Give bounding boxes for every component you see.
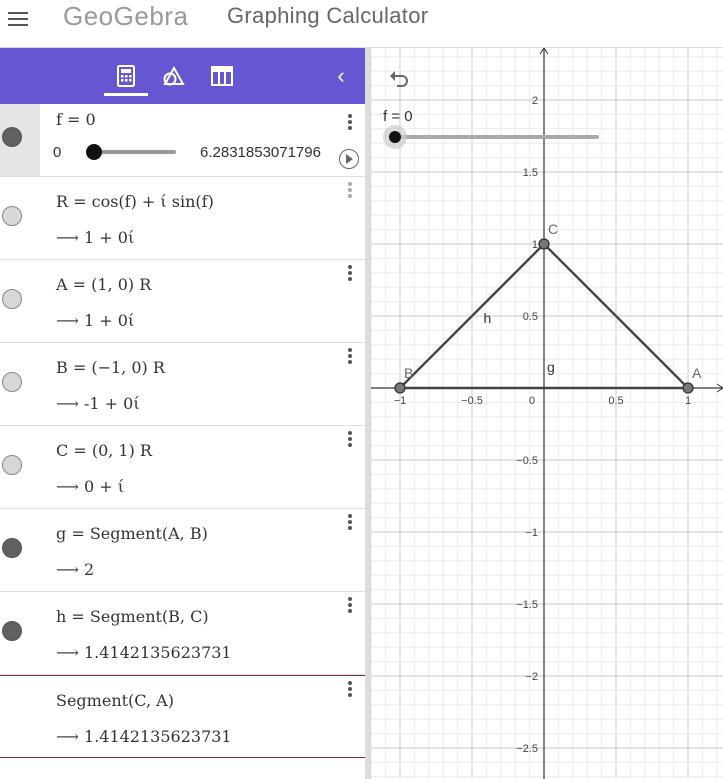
point-label-A: A (692, 365, 702, 381)
visibility-toggle[interactable] (2, 621, 22, 641)
item-definition[interactable]: C = (0, 1) R (56, 441, 152, 460)
segment-label-h: h (484, 310, 492, 326)
y-tick-label: 1 (532, 239, 538, 251)
y-tick-label: 0.5 (523, 311, 538, 323)
list-item[interactable]: g = Segment(A, B) ⟶ 2 (0, 509, 365, 592)
calculator-icon[interactable] (104, 62, 148, 96)
more-options-icon[interactable] (345, 112, 355, 132)
item-value: ⟶ -1 + 0ί (56, 394, 140, 413)
y-tick-label: −2 (525, 671, 538, 683)
graphics-view[interactable]: −1 −0.5 0 0.5 1 2 1.5 1 0.5 −0.5 −1 −1.5 −2 −2.5 g h A B C… (371, 48, 723, 779)
list-item[interactable]: C = (0, 1) R ⟶ 0 + ί (0, 426, 365, 509)
y-tick-label: −1 (525, 527, 538, 539)
item-value: ⟶ 1 + 0ί (56, 228, 134, 247)
x-tick-label: −0.5 (461, 395, 483, 407)
algebra-list: f = 0 0 6.2831853071796 R = cos(f) + ί s… (0, 104, 365, 758)
result-arrow-icon: ⟶ (56, 643, 79, 662)
y-tick-label: −0.5 (516, 455, 538, 467)
item-definition[interactable]: g = Segment(A, B) (56, 524, 208, 543)
list-item[interactable]: R = cos(f) + ί sin(f) ⟶ 1 + 0ί (0, 177, 365, 260)
item-definition[interactable]: Segment(C, A) (56, 691, 174, 710)
x-tick-label: 1 (685, 395, 691, 407)
y-tick-label: −1.5 (516, 599, 538, 611)
view-switcher-toolbar: ‹ (0, 48, 365, 104)
slider-max: 6.2831853071796 (200, 144, 321, 161)
app-header: GeoGebra Graphing Calculator (0, 0, 723, 48)
more-options-icon[interactable] (345, 346, 355, 366)
x-tick-label: 0.5 (608, 395, 623, 407)
y-tick-label: 1.5 (523, 167, 538, 179)
item-value-text: -1 + 0ί (84, 394, 140, 413)
item-definition[interactable]: B = (−1, 0) R (56, 358, 165, 377)
undo-icon[interactable] (387, 66, 411, 90)
play-icon[interactable] (339, 149, 359, 169)
item-definition[interactable]: R = cos(f) + ί sin(f) (56, 192, 214, 211)
result-arrow-icon: ⟶ (56, 228, 79, 247)
more-options-icon[interactable] (345, 595, 355, 615)
table-icon[interactable] (208, 62, 236, 90)
point-A[interactable] (682, 382, 694, 394)
algebra-view: ‹ f = 0 0 6.2831853071796 R = cos(f) + ί… (0, 48, 365, 779)
visibility-toggle[interactable] (2, 206, 22, 226)
more-options-icon[interactable] (345, 679, 355, 699)
graphics-slider-label[interactable]: f = 0 (383, 108, 413, 125)
y-tick-label: −2.5 (516, 743, 538, 755)
coordinate-plane[interactable]: −1 −0.5 0 0.5 1 2 1.5 1 0.5 −0.5 −1 −1.5 −2 −2.5 g h A B C (371, 48, 723, 779)
item-value-text: 0 + ί (84, 477, 125, 496)
point-label-C: C (548, 221, 558, 237)
x-tick-label: 0 (529, 395, 535, 407)
list-item[interactable]: f = 0 0 6.2831853071796 (0, 104, 365, 177)
item-value-text: 1 + 0ί (84, 311, 135, 330)
item-value-text: 1.4142135623731 (84, 643, 232, 662)
item-definition[interactable]: h = Segment(B, C) (56, 607, 209, 626)
visibility-toggle[interactable] (2, 372, 22, 392)
result-arrow-icon: ⟶ (56, 311, 79, 330)
x-tick-label: −1 (394, 395, 407, 407)
visibility-toggle[interactable] (2, 127, 22, 147)
graphics-slider-handle[interactable] (389, 131, 401, 143)
result-arrow-icon: ⟶ (56, 560, 79, 579)
slider-handle[interactable] (86, 144, 102, 160)
visibility-toggle[interactable] (2, 455, 22, 475)
list-item[interactable]: A = (1, 0) R ⟶ 1 + 0ί (0, 260, 365, 343)
segment-label-g: g (547, 359, 555, 375)
visibility-toggle[interactable] (2, 538, 22, 558)
list-item[interactable]: Segment(C, A) ⟶ 1.4142135623731 (0, 675, 365, 758)
more-options-icon[interactable] (345, 512, 355, 532)
app-title: Graphing Calculator (227, 3, 429, 28)
result-arrow-icon: ⟶ (56, 394, 79, 413)
item-definition[interactable]: A = (1, 0) R (56, 275, 151, 294)
geogebra-logo: GeoGebra (63, 1, 189, 31)
more-options-icon[interactable] (345, 429, 355, 449)
point-B[interactable] (394, 382, 406, 394)
item-value-text: 1.4142135623731 (84, 727, 232, 746)
list-item[interactable]: h = Segment(B, C) ⟶ 1.4142135623731 (0, 592, 365, 675)
result-arrow-icon: ⟶ (56, 727, 79, 746)
item-value: ⟶ 2 (56, 560, 94, 579)
list-item[interactable]: B = (−1, 0) R ⟶ -1 + 0ί (0, 343, 365, 426)
point-C[interactable] (538, 238, 550, 250)
slider-track[interactable] (92, 150, 176, 154)
more-options-icon[interactable] (345, 263, 355, 283)
slider-min: 0 (53, 144, 62, 161)
item-value: ⟶ 1 + 0ί (56, 311, 134, 330)
result-arrow-icon: ⟶ (56, 477, 79, 496)
visibility-toggle[interactable] (2, 289, 22, 309)
item-value: ⟶ 1.4142135623731 (56, 727, 232, 746)
y-tick-label: 2 (532, 95, 538, 107)
point-label-B: B (404, 365, 413, 381)
geometry-icon[interactable] (160, 62, 188, 90)
item-value-text: 1 + 0ί (84, 228, 135, 247)
item-value-text: 2 (84, 560, 95, 579)
item-value: ⟶ 0 + ί (56, 477, 124, 496)
item-value: ⟶ 1.4142135623731 (56, 643, 232, 662)
more-options-icon[interactable] (345, 180, 355, 200)
slider-definition[interactable]: f = 0 (56, 110, 96, 129)
menu-icon[interactable] (8, 8, 30, 26)
collapse-panel-button[interactable]: ‹ (329, 62, 353, 90)
